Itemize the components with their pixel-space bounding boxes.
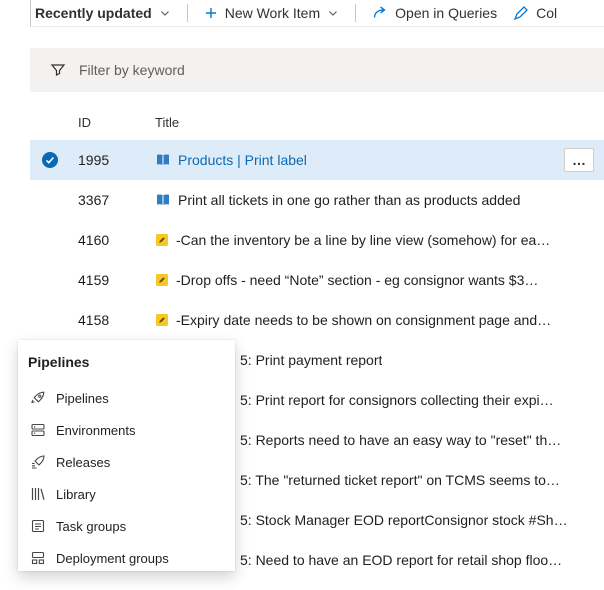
work-item-issue-icon: [155, 313, 169, 327]
column-options-label: Col: [536, 5, 558, 21]
menu-item-label: Library: [56, 486, 96, 502]
menu-item-label: Task groups: [56, 518, 127, 534]
menu-item-library[interactable]: Library: [18, 478, 235, 510]
work-item-issue-icon: [155, 273, 169, 287]
menu-item-label: Deployment groups: [56, 550, 169, 566]
releases-rocket-icon: [30, 454, 46, 470]
menu-item-releases[interactable]: Releases: [18, 446, 235, 478]
more-options-icon: …: [572, 152, 586, 168]
flyout-title: Pipelines: [28, 354, 90, 370]
open-in-queries-button[interactable]: Open in Queries: [372, 5, 497, 21]
work-item-book-icon: [155, 192, 171, 208]
command-bar: Recently updated New Work Item Open in Q…: [30, 0, 604, 27]
work-item-title[interactable]: 5: Print report for consignors collectin…: [240, 392, 554, 408]
pipelines-flyout-menu: Pipelines Pipelines Environments Release…: [18, 340, 235, 571]
view-selector-button[interactable]: Recently updated: [35, 5, 171, 21]
work-item-book-icon: [155, 152, 171, 168]
filter-funnel-icon: [50, 62, 66, 78]
table-row[interactable]: 4160 -Can the inventory be a line by lin…: [30, 220, 604, 260]
work-item-title[interactable]: Print all tickets in one go rather than …: [178, 192, 520, 208]
work-item-title[interactable]: 5: Print payment report: [240, 352, 382, 368]
filter-bar: [30, 48, 604, 92]
menu-item-environments[interactable]: Environments: [18, 414, 235, 446]
table-row[interactable]: 4159 -Drop offs - need “Note” section - …: [30, 260, 604, 300]
column-header-id[interactable]: ID: [70, 115, 145, 130]
library-icon: [30, 486, 46, 502]
work-item-title[interactable]: -Expiry date needs to be shown on consig…: [176, 312, 551, 328]
work-item-title[interactable]: 5: The "returned ticket report" on TCMS …: [240, 472, 560, 488]
view-selector-label: Recently updated: [35, 5, 152, 21]
selected-check-circle-icon[interactable]: [41, 151, 59, 169]
rocket-icon: [30, 390, 46, 406]
environments-icon: [30, 422, 46, 438]
new-work-item-label: New Work Item: [224, 5, 321, 21]
toolbar-separator: [355, 4, 357, 22]
work-item-issue-icon: [155, 233, 169, 247]
work-item-title[interactable]: -Can the inventory be a line by line vie…: [176, 232, 550, 248]
work-item-id: 4159: [78, 272, 110, 288]
column-header-title[interactable]: Title: [145, 115, 604, 130]
work-item-id: 3367: [78, 192, 110, 208]
menu-item-pipelines[interactable]: Pipelines: [18, 382, 235, 414]
new-work-item-button[interactable]: New Work Item: [204, 5, 339, 21]
work-item-title[interactable]: 5: Reports need to have an easy way to "…: [240, 432, 561, 448]
open-in-queries-label: Open in Queries: [395, 5, 498, 21]
column-options-icon: [513, 5, 529, 21]
menu-item-label: Environments: [56, 422, 136, 438]
table-row[interactable]: 4158 -Expiry date needs to be shown on c…: [30, 300, 604, 340]
task-groups-icon: [30, 518, 46, 534]
plus-icon: [204, 6, 218, 20]
menu-item-label: Releases: [56, 454, 111, 470]
open-in-queries-icon: [372, 5, 388, 21]
filter-keyword-input[interactable]: [79, 62, 604, 78]
table-header-row: ID Title: [30, 104, 604, 140]
more-options-button[interactable]: …: [564, 148, 594, 172]
table-row[interactable]: 3367 Print all tickets in one go rather …: [30, 180, 604, 220]
work-item-title[interactable]: -Drop offs - need “Note” section - eg co…: [176, 272, 538, 288]
work-item-title[interactable]: 5: Need to have an EOD report for retail…: [240, 552, 562, 568]
column-options-button[interactable]: Col: [513, 5, 557, 21]
work-item-title-link[interactable]: Products | Print label: [178, 152, 307, 168]
deployment-groups-icon: [30, 550, 46, 566]
menu-item-label: Pipelines: [56, 390, 109, 406]
table-row[interactable]: 1995 Products | Print label …: [30, 140, 604, 180]
work-item-id: 4158: [78, 312, 110, 328]
menu-item-deployment-groups[interactable]: Deployment groups: [18, 542, 235, 574]
chevron-down-icon: [159, 7, 171, 19]
chevron-down-icon: [327, 7, 339, 19]
menu-item-task-groups[interactable]: Task groups: [18, 510, 235, 542]
work-item-id: 1995: [78, 152, 110, 168]
work-item-title[interactable]: 5: Stock Manager EOD reportConsignor sto…: [240, 512, 568, 528]
toolbar-separator: [186, 4, 188, 22]
work-item-id: 4160: [78, 232, 110, 248]
